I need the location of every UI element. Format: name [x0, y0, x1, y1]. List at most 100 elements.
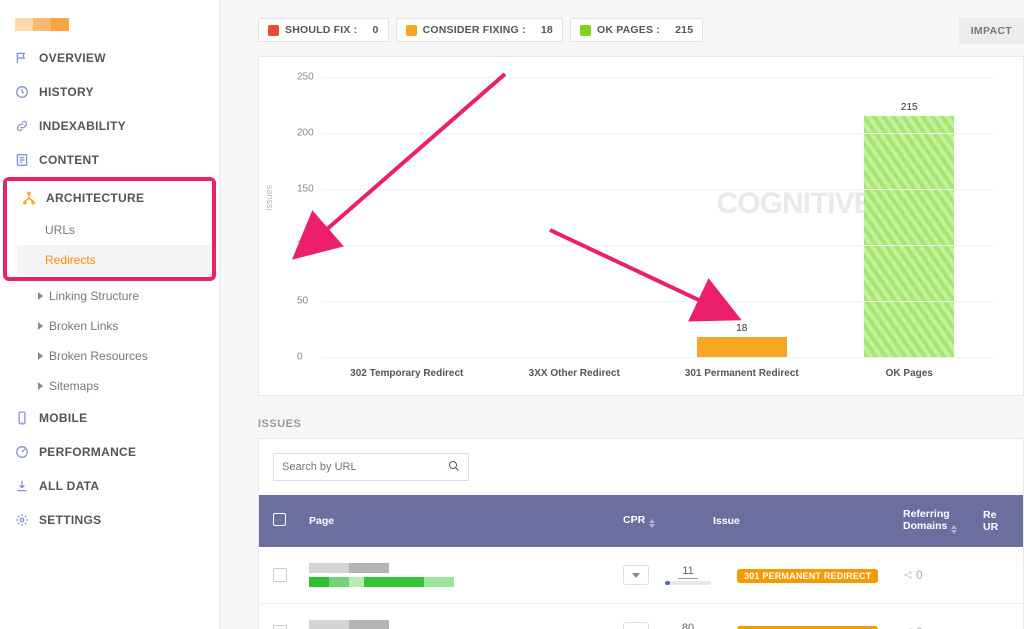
filter-consider-fixing[interactable]: CONSIDER FIXING : 18 — [396, 18, 563, 42]
expand-button[interactable] — [623, 622, 649, 629]
y-tick: 150 — [297, 184, 314, 195]
search-input[interactable] — [282, 461, 448, 473]
pill-value: 18 — [541, 24, 553, 36]
cpr-cell: 11 — [663, 565, 713, 585]
subnav-broken-links[interactable]: Broken Links — [10, 311, 219, 341]
chart-bar — [864, 116, 954, 357]
cpr-value: 11 — [678, 565, 697, 579]
subnav-redirects[interactable]: Redirects — [17, 245, 212, 275]
table-header: Page CPR Issue Referring Domains Re UR — [259, 495, 1023, 547]
nav-label: HISTORY — [39, 85, 94, 99]
bar-value-label: 215 — [901, 102, 918, 113]
nav-all-data[interactable]: ALL DATA — [0, 469, 219, 503]
nav-history[interactable]: HISTORY — [0, 75, 219, 109]
subnav-linking-structure[interactable]: Linking Structure — [10, 281, 219, 311]
issues-header: ISSUES — [240, 396, 1024, 438]
y-axis-label: Issues — [264, 185, 274, 211]
sub-label: Redirects — [45, 253, 96, 267]
impact-button[interactable]: IMPACT — [959, 18, 1024, 44]
chevron-right-icon — [38, 292, 43, 300]
cpr-value: 80 — [678, 622, 698, 629]
nav-label: INDEXABILITY — [39, 119, 126, 133]
nav-architecture[interactable]: ARCHITECTURE — [7, 181, 212, 215]
bar-value-label: 18 — [736, 323, 747, 334]
nav-label: ALL DATA — [39, 479, 99, 493]
row-checkbox[interactable] — [273, 625, 287, 629]
nav-performance[interactable]: PERFORMANCE — [0, 435, 219, 469]
subnav-sitemaps[interactable]: Sitemaps — [10, 371, 219, 401]
nav-mobile[interactable]: MOBILE — [0, 401, 219, 435]
pill-label: CONSIDER FIXING : — [423, 24, 526, 36]
flag-icon — [15, 51, 29, 65]
chevron-right-icon — [38, 382, 43, 390]
y-tick: 200 — [297, 128, 314, 139]
sub-label: Sitemaps — [49, 379, 99, 393]
chevron-right-icon — [38, 352, 43, 360]
bar-col[interactable]: 215 — [826, 102, 994, 357]
nav-label: SETTINGS — [39, 513, 101, 527]
issues-card: Page CPR Issue Referring Domains Re UR 1… — [258, 438, 1024, 629]
nav-label: CONTENT — [39, 153, 99, 167]
table-row: 80 301 PERMANENT REDIRECT 0 — [259, 604, 1023, 629]
table-body: 11 301 PERMANENT REDIRECT 0 80 301 PERMA… — [259, 547, 1023, 629]
referring-cell: 0 — [903, 568, 983, 582]
chart-bar — [697, 337, 787, 357]
expand-button[interactable] — [623, 565, 649, 585]
issue-badge: 301 PERMANENT REDIRECT — [737, 569, 878, 583]
category-label: 302 Temporary Redirect — [323, 368, 491, 379]
subnav-urls[interactable]: URLs — [17, 215, 212, 245]
nav-label: OVERVIEW — [39, 51, 106, 65]
pill-label: OK PAGES : — [597, 24, 660, 36]
col-issue[interactable]: Issue — [713, 515, 903, 527]
cpr-cell: 80 — [663, 622, 713, 629]
col-last: Re UR — [983, 509, 1009, 533]
speed-icon — [15, 445, 29, 459]
pill-label: SHOULD FIX : — [285, 24, 357, 36]
link-icon — [15, 119, 29, 133]
main-area: SHOULD FIX : 0 CONSIDER FIXING : 18 OK P… — [220, 0, 1024, 629]
filter-ok-pages[interactable]: OK PAGES : 215 — [570, 18, 703, 42]
bar-col[interactable]: 18 — [658, 323, 826, 357]
nav-content[interactable]: CONTENT — [0, 143, 219, 177]
col-referring[interactable]: Referring Domains — [903, 508, 983, 535]
row-checkbox[interactable] — [273, 568, 287, 582]
chevron-down-icon — [632, 573, 640, 578]
nav-indexability[interactable]: INDEXABILITY — [0, 109, 219, 143]
col-page[interactable]: Page — [309, 515, 623, 527]
nav-label: MOBILE — [39, 411, 87, 425]
orange-square-icon — [406, 25, 417, 36]
nav-overview[interactable]: OVERVIEW — [0, 41, 219, 75]
select-all-checkbox[interactable] — [273, 513, 286, 526]
logo — [0, 0, 219, 41]
clock-icon — [15, 85, 29, 99]
pill-value: 0 — [373, 24, 379, 36]
page-url-placeholder[interactable] — [309, 563, 623, 587]
sort-icon — [649, 519, 655, 528]
red-square-icon — [268, 25, 279, 36]
search-box[interactable] — [273, 453, 469, 481]
y-tick: 50 — [297, 296, 308, 307]
page-url-placeholder[interactable] — [309, 620, 623, 629]
nav-settings[interactable]: SETTINGS — [0, 503, 219, 537]
download-icon — [15, 479, 29, 493]
subnav-broken-resources[interactable]: Broken Resources — [10, 341, 219, 371]
highlight-box: ARCHITECTURE URLs Redirects — [3, 177, 216, 281]
filter-should-fix[interactable]: SHOULD FIX : 0 — [258, 18, 389, 42]
category-label: 3XX Other Redirect — [491, 368, 659, 379]
category-label: 301 Permanent Redirect — [658, 368, 826, 379]
y-tick: 0 — [297, 352, 303, 363]
chart-card: COGNITIVESEO Issues 18215 302 Temporary … — [258, 56, 1024, 396]
sidebar: OVERVIEW HISTORY INDEXABILITY CONTENT AR… — [0, 0, 220, 629]
y-tick: 250 — [297, 72, 314, 83]
sub-label: Broken Resources — [49, 349, 148, 363]
mobile-icon — [15, 411, 29, 425]
tree-icon — [22, 191, 36, 205]
category-label: OK Pages — [826, 368, 994, 379]
doc-icon — [15, 153, 29, 167]
filter-bar: SHOULD FIX : 0 CONSIDER FIXING : 18 OK P… — [240, 0, 1024, 56]
sort-icon — [951, 525, 957, 534]
chart-plot: 18215 302 Temporary Redirect3XX Other Re… — [307, 77, 993, 357]
share-icon — [903, 570, 913, 580]
pill-value: 215 — [675, 24, 693, 36]
col-cpr[interactable]: CPR — [623, 514, 713, 528]
